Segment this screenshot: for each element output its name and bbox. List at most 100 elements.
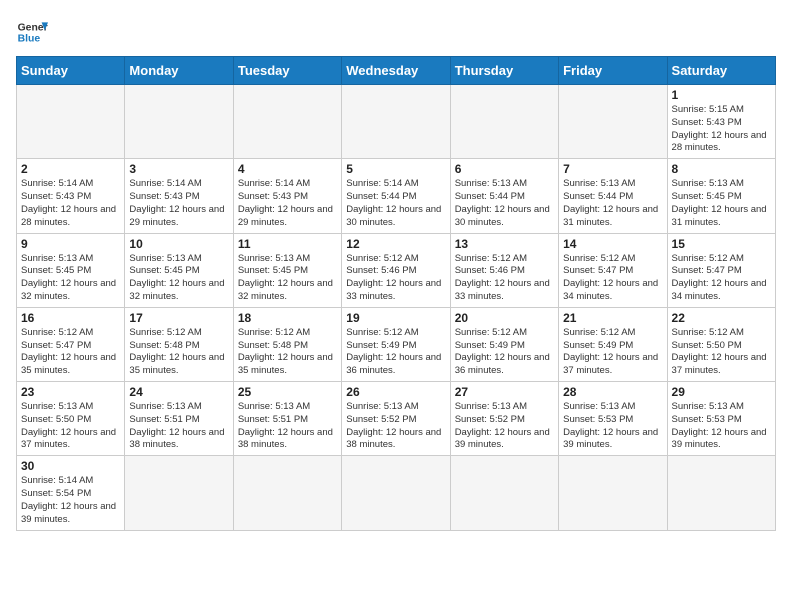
calendar-day-cell: 25 Sunrise: 5:13 AMSunset: 5:51 PMDayligh…	[233, 382, 341, 456]
day-info: Sunrise: 5:13 AMSunset: 5:44 PMDaylight:…	[563, 178, 662, 229]
day-info: Sunrise: 5:13 AMSunset: 5:45 PMDaylight:…	[672, 178, 771, 229]
calendar-day-cell: 28 Sunrise: 5:13 AMSunset: 5:53 PMDayligh…	[559, 382, 667, 456]
day-info: Sunrise: 5:12 AMSunset: 5:49 PMDaylight:…	[346, 327, 445, 378]
day-info: Sunrise: 5:14 AMSunset: 5:43 PMDaylight:…	[238, 178, 337, 229]
day-info: Sunrise: 5:14 AMSunset: 5:44 PMDaylight:…	[346, 178, 445, 229]
calendar-day-cell	[559, 456, 667, 530]
day-info: Sunrise: 5:13 AMSunset: 5:51 PMDaylight:…	[238, 401, 337, 452]
day-number: 18	[238, 311, 337, 325]
day-number: 13	[455, 237, 554, 251]
day-number: 29	[672, 385, 771, 399]
day-info: Sunrise: 5:12 AMSunset: 5:47 PMDaylight:…	[563, 253, 662, 304]
calendar-day-cell: 19Sunrise: 5:12 AMSunset: 5:49 PMDayligh…	[342, 307, 450, 381]
day-number: 25	[238, 385, 337, 399]
day-number: 3	[129, 162, 228, 176]
day-info: Sunrise: 5:13 AMSunset: 5:45 PMDaylight:…	[21, 253, 120, 304]
day-number: 7	[563, 162, 662, 176]
calendar-day-cell: 13Sunrise: 5:12 AMSunset: 5:46 PMDayligh…	[450, 233, 558, 307]
day-number: 9	[21, 237, 120, 251]
calendar-day-cell: 14 Sunrise: 5:12 AMSunset: 5:47 PMDayligh…	[559, 233, 667, 307]
calendar-week-row: 9 Sunrise: 5:13 AMSunset: 5:45 PMDaylight…	[17, 233, 776, 307]
calendar-week-row: 1 Sunrise: 5:15 AMSunset: 5:43 PMDaylight…	[17, 85, 776, 159]
calendar-day-cell: 15 Sunrise: 5:12 AMSunset: 5:47 PMDayligh…	[667, 233, 775, 307]
day-header-thursday: Thursday	[450, 57, 558, 85]
calendar-day-cell: 20 Sunrise: 5:12 AMSunset: 5:49 PMDayligh…	[450, 307, 558, 381]
calendar-week-row: 2Sunrise: 5:14 AMSunset: 5:43 PMDaylight…	[17, 159, 776, 233]
day-info: Sunrise: 5:13 AMSunset: 5:53 PMDaylight:…	[672, 401, 771, 452]
calendar-table: SundayMondayTuesdayWednesdayThursdayFrid…	[16, 56, 776, 531]
calendar-day-cell	[450, 456, 558, 530]
calendar-day-cell: 17 Sunrise: 5:12 AMSunset: 5:48 PMDayligh…	[125, 307, 233, 381]
day-header-friday: Friday	[559, 57, 667, 85]
calendar-day-cell	[17, 85, 125, 159]
calendar-day-cell	[559, 85, 667, 159]
day-number: 24	[129, 385, 228, 399]
day-number: 16	[21, 311, 120, 325]
calendar-day-cell: 16 Sunrise: 5:12 AMSunset: 5:47 PMDayligh…	[17, 307, 125, 381]
calendar-day-cell: 30Sunrise: 5:14 AMSunset: 5:54 PMDayligh…	[17, 456, 125, 530]
page-header: General Blue	[16, 16, 776, 48]
day-number: 8	[672, 162, 771, 176]
calendar-day-cell	[233, 456, 341, 530]
day-header-sunday: Sunday	[17, 57, 125, 85]
calendar-day-cell	[342, 85, 450, 159]
calendar-day-cell	[125, 85, 233, 159]
logo: General Blue	[16, 16, 48, 48]
day-number: 10	[129, 237, 228, 251]
calendar-day-cell: 29 Sunrise: 5:13 AMSunset: 5:53 PMDayligh…	[667, 382, 775, 456]
day-number: 15	[672, 237, 771, 251]
calendar-day-cell: 26 Sunrise: 5:13 AMSunset: 5:52 PMDayligh…	[342, 382, 450, 456]
calendar-day-cell: 11 Sunrise: 5:13 AMSunset: 5:45 PMDayligh…	[233, 233, 341, 307]
calendar-day-cell: 6Sunrise: 5:13 AMSunset: 5:44 PMDaylight…	[450, 159, 558, 233]
calendar-day-cell: 21Sunrise: 5:12 AMSunset: 5:49 PMDayligh…	[559, 307, 667, 381]
calendar-week-row: 30Sunrise: 5:14 AMSunset: 5:54 PMDayligh…	[17, 456, 776, 530]
day-number: 6	[455, 162, 554, 176]
day-info: Sunrise: 5:13 AMSunset: 5:45 PMDaylight:…	[129, 253, 228, 304]
day-number: 14	[563, 237, 662, 251]
svg-text:Blue: Blue	[18, 34, 41, 45]
day-info: Sunrise: 5:13 AMSunset: 5:53 PMDaylight:…	[563, 401, 662, 452]
calendar-day-cell	[450, 85, 558, 159]
day-number: 26	[346, 385, 445, 399]
logo-icon: General Blue	[16, 16, 48, 48]
day-number: 23	[21, 385, 120, 399]
day-info: Sunrise: 5:12 AMSunset: 5:47 PMDaylight:…	[21, 327, 120, 378]
day-info: Sunrise: 5:13 AMSunset: 5:50 PMDaylight:…	[21, 401, 120, 452]
day-info: Sunrise: 5:12 AMSunset: 5:48 PMDaylight:…	[238, 327, 337, 378]
calendar-day-cell	[342, 456, 450, 530]
day-number: 28	[563, 385, 662, 399]
calendar-day-cell: 3 Sunrise: 5:14 AMSunset: 5:43 PMDaylight…	[125, 159, 233, 233]
day-number: 5	[346, 162, 445, 176]
calendar-day-cell: 18 Sunrise: 5:12 AMSunset: 5:48 PMDayligh…	[233, 307, 341, 381]
calendar-day-cell	[125, 456, 233, 530]
day-number: 17	[129, 311, 228, 325]
day-info: Sunrise: 5:13 AMSunset: 5:51 PMDaylight:…	[129, 401, 228, 452]
calendar-day-cell: 8 Sunrise: 5:13 AMSunset: 5:45 PMDaylight…	[667, 159, 775, 233]
calendar-day-cell: 12Sunrise: 5:12 AMSunset: 5:46 PMDayligh…	[342, 233, 450, 307]
calendar-day-cell: 7 Sunrise: 5:13 AMSunset: 5:44 PMDaylight…	[559, 159, 667, 233]
day-number: 21	[563, 311, 662, 325]
day-number: 1	[672, 88, 771, 102]
calendar-day-cell	[233, 85, 341, 159]
day-number: 4	[238, 162, 337, 176]
day-number: 20	[455, 311, 554, 325]
day-info: Sunrise: 5:12 AMSunset: 5:50 PMDaylight:…	[672, 327, 771, 378]
day-header-monday: Monday	[125, 57, 233, 85]
day-number: 12	[346, 237, 445, 251]
day-info: Sunrise: 5:12 AMSunset: 5:48 PMDaylight:…	[129, 327, 228, 378]
calendar-day-cell: 23 Sunrise: 5:13 AMSunset: 5:50 PMDayligh…	[17, 382, 125, 456]
day-info: Sunrise: 5:13 AMSunset: 5:45 PMDaylight:…	[238, 253, 337, 304]
day-number: 27	[455, 385, 554, 399]
calendar-week-row: 23 Sunrise: 5:13 AMSunset: 5:50 PMDayligh…	[17, 382, 776, 456]
day-info: Sunrise: 5:13 AMSunset: 5:52 PMDaylight:…	[346, 401, 445, 452]
day-info: Sunrise: 5:15 AMSunset: 5:43 PMDaylight:…	[672, 104, 771, 155]
day-info: Sunrise: 5:13 AMSunset: 5:52 PMDaylight:…	[455, 401, 554, 452]
calendar-day-cell: 9 Sunrise: 5:13 AMSunset: 5:45 PMDaylight…	[17, 233, 125, 307]
day-info: Sunrise: 5:14 AMSunset: 5:43 PMDaylight:…	[129, 178, 228, 229]
calendar-day-cell: 5 Sunrise: 5:14 AMSunset: 5:44 PMDaylight…	[342, 159, 450, 233]
day-info: Sunrise: 5:12 AMSunset: 5:49 PMDaylight:…	[455, 327, 554, 378]
day-number: 11	[238, 237, 337, 251]
calendar-day-cell: 27 Sunrise: 5:13 AMSunset: 5:52 PMDayligh…	[450, 382, 558, 456]
day-header-saturday: Saturday	[667, 57, 775, 85]
day-info: Sunrise: 5:12 AMSunset: 5:47 PMDaylight:…	[672, 253, 771, 304]
